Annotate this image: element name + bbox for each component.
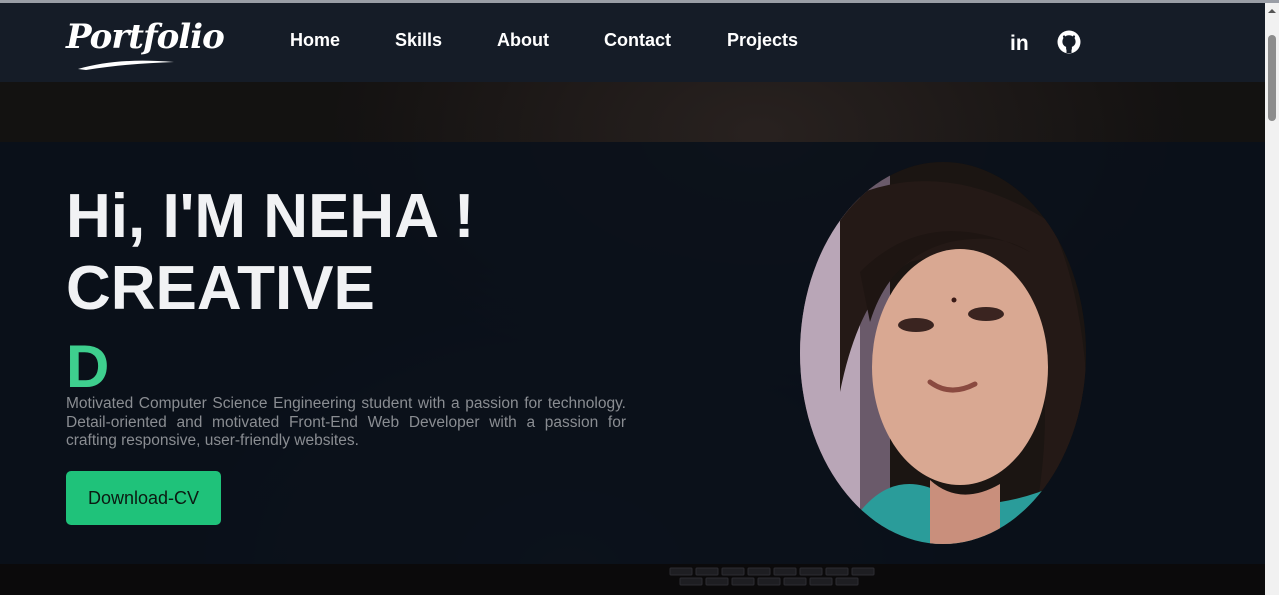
keyboard-decoration — [669, 567, 875, 586]
download-cv-button[interactable]: Download-CV — [66, 471, 221, 525]
scroll-up-arrow-icon[interactable] — [1265, 5, 1279, 17]
nav-item-skills[interactable]: Skills — [395, 30, 442, 51]
github-icon[interactable] — [1056, 29, 1082, 55]
nav-item-contact[interactable]: Contact — [604, 30, 671, 51]
hero-description: Motivated Computer Science Engineering s… — [66, 395, 626, 449]
logo-text: Portfolio — [66, 17, 225, 57]
profile-portrait-image — [800, 162, 1086, 544]
logo-swoosh-icon — [78, 60, 174, 70]
navbar: Portfolio Home Skills About Contact Proj… — [0, 3, 1265, 82]
hero-heading-line-1: Hi, I'M NEHA ! — [66, 182, 475, 251]
page-scrollbar[interactable] — [1265, 3, 1279, 595]
hero-background-bottom-strip — [0, 564, 1265, 595]
nav-item-about[interactable]: About — [497, 30, 549, 51]
linkedin-glyph: in — [1010, 32, 1029, 55]
nav-item-home[interactable]: Home — [290, 30, 340, 51]
nav-item-projects[interactable]: Projects — [727, 30, 798, 51]
profile-photo — [800, 162, 1086, 544]
logo[interactable]: Portfolio — [64, 13, 225, 73]
hero-heading-line-2: CREATIVE — [66, 254, 375, 323]
hero-typed-text: D — [66, 333, 110, 400]
linkedin-icon[interactable]: in — [1008, 29, 1034, 55]
hero-background-top-strip — [0, 82, 1265, 142]
scrollbar-thumb[interactable] — [1268, 35, 1276, 121]
